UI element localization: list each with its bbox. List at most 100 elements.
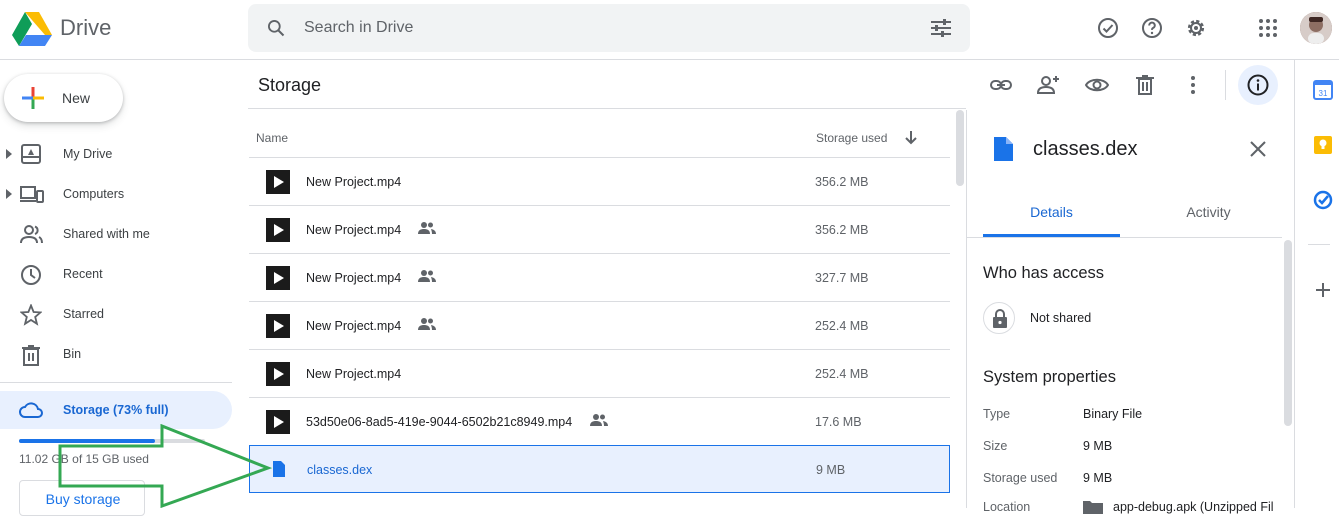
sidebar-item-shared-with-me[interactable]: Shared with me	[0, 218, 232, 250]
storage-label: Storage (73% full)	[63, 403, 169, 417]
cloud-icon	[18, 400, 44, 420]
keep-notes-icon[interactable]	[1313, 135, 1333, 155]
property-key: Size	[983, 439, 1008, 453]
page-title: Storage	[258, 75, 322, 95]
expand-arrow-icon[interactable]	[6, 189, 12, 199]
my-drive-icon	[20, 144, 42, 164]
file-row[interactable]: New Project.mp4 252.4 MB	[249, 349, 950, 397]
new-button-label: New	[62, 90, 91, 106]
file-size: 252.4 MB	[815, 319, 869, 333]
search-bar[interactable]	[248, 4, 970, 52]
property-key: Location	[983, 500, 1031, 514]
file-row[interactable]: classes.dex 9 MB	[249, 445, 950, 493]
sidebar-item-computers[interactable]: Computers	[0, 178, 232, 210]
sidebar-item-label: Recent	[63, 267, 103, 281]
apps-grid-icon[interactable]	[1256, 16, 1280, 40]
lock-icon	[992, 309, 1008, 329]
details-scrollbar[interactable]	[1284, 240, 1292, 426]
app-name: Drive	[60, 15, 112, 40]
tabs-divider	[967, 237, 1282, 238]
sidebar-item-label: Computers	[63, 187, 125, 201]
property-key: Storage used	[983, 471, 1058, 485]
sidebar-item-label: Shared with me	[63, 227, 150, 241]
help-icon[interactable]	[1140, 16, 1164, 40]
document-icon	[272, 460, 286, 478]
file-row[interactable]: New Project.mp4 252.4 MB	[249, 301, 950, 349]
clock-icon	[20, 264, 42, 286]
column-header-name[interactable]: Name	[256, 131, 288, 145]
computers-icon	[20, 184, 44, 204]
more-options-icon[interactable]	[1181, 73, 1205, 97]
property-value: Binary File	[1083, 407, 1143, 421]
property-key: Type	[983, 407, 1011, 421]
plus-icon	[21, 86, 45, 110]
property-value: 9 MB	[1083, 439, 1113, 453]
search-options-icon[interactable]	[930, 18, 952, 38]
calendar-icon[interactable]: 31	[1313, 80, 1333, 100]
people-icon	[20, 224, 44, 244]
sidebar-item-label: Starred	[63, 307, 104, 321]
file-name[interactable]: New Project.mp4	[306, 175, 401, 189]
file-name[interactable]: New Project.mp4	[306, 271, 401, 285]
system-properties-heading: System properties	[983, 368, 1116, 386]
svg-text:31: 31	[1319, 89, 1328, 98]
lock-avatar	[983, 302, 1015, 334]
file-size: 327.7 MB	[815, 271, 869, 285]
preview-eye-icon[interactable]	[1085, 73, 1109, 97]
file-name[interactable]: classes.dex	[307, 463, 372, 477]
file-size: 9 MB	[816, 463, 846, 477]
details-panel	[966, 110, 1293, 508]
scrollbar[interactable]	[956, 110, 964, 186]
property-value[interactable]: app-debug.apk (Unzipped Fil	[1113, 500, 1283, 514]
sidebar-item-starred[interactable]: Starred	[0, 298, 232, 330]
add-addon-plus-icon[interactable]	[1315, 282, 1331, 298]
annotation-arrow	[58, 424, 272, 508]
offline-ready-icon[interactable]	[1096, 16, 1120, 40]
add-person-icon[interactable]	[1036, 73, 1060, 97]
shared-people-icon	[417, 269, 436, 283]
shared-people-icon	[417, 221, 436, 235]
settings-gear-icon[interactable]	[1184, 16, 1208, 40]
info-button[interactable]	[1238, 65, 1278, 105]
info-icon	[1246, 73, 1270, 97]
file-name[interactable]: New Project.mp4	[306, 223, 401, 237]
sidebar-item-label: My Drive	[63, 147, 113, 161]
file-name[interactable]: New Project.mp4	[306, 319, 401, 333]
file-name[interactable]: New Project.mp4	[306, 367, 401, 381]
who-has-access-heading: Who has access	[983, 264, 1105, 282]
sidebar-item-recent[interactable]: Recent	[0, 258, 232, 290]
drive-logo[interactable]	[12, 10, 52, 46]
new-button[interactable]: New	[4, 74, 123, 122]
header-divider	[248, 108, 966, 109]
account-avatar[interactable]	[1300, 12, 1332, 44]
tab-activity[interactable]: Activity	[1140, 204, 1277, 220]
search-input[interactable]	[304, 4, 904, 52]
tasks-icon[interactable]	[1313, 190, 1333, 210]
file-row[interactable]: New Project.mp4 356.2 MB	[249, 157, 950, 205]
file-size: 17.6 MB	[815, 415, 862, 429]
search-icon[interactable]	[266, 18, 286, 38]
file-name[interactable]: 53d50e06-8ad5-419e-9044-6502b21c8949.mp4	[306, 415, 572, 429]
file-size: 252.4 MB	[815, 367, 869, 381]
folder-icon	[1083, 500, 1103, 514]
video-thumbnail	[266, 218, 290, 242]
sidebar-item-label: Bin	[63, 347, 82, 361]
sidebar-divider	[0, 382, 232, 383]
tab-details[interactable]: Details	[983, 204, 1120, 220]
expand-arrow-icon[interactable]	[6, 149, 12, 159]
property-value: 9 MB	[1083, 471, 1113, 485]
close-icon[interactable]	[1248, 139, 1268, 159]
file-row[interactable]: New Project.mp4 356.2 MB	[249, 205, 950, 253]
file-row[interactable]: 53d50e06-8ad5-419e-9044-6502b21c8949.mp4…	[249, 397, 950, 445]
link-icon[interactable]	[989, 73, 1013, 97]
file-row[interactable]: New Project.mp4 327.7 MB	[249, 253, 950, 301]
column-header-storage-used[interactable]: Storage used	[816, 131, 887, 145]
video-thumbnail	[266, 362, 290, 386]
sort-descending-icon[interactable]	[903, 129, 919, 145]
shared-people-icon	[590, 413, 608, 427]
sidebar-item-my-drive[interactable]: My Drive	[0, 138, 232, 170]
star-icon	[20, 304, 42, 326]
sidebar-item-bin[interactable]: Bin	[0, 338, 232, 370]
toolbar-divider	[1225, 70, 1226, 100]
delete-trash-icon[interactable]	[1133, 73, 1157, 97]
